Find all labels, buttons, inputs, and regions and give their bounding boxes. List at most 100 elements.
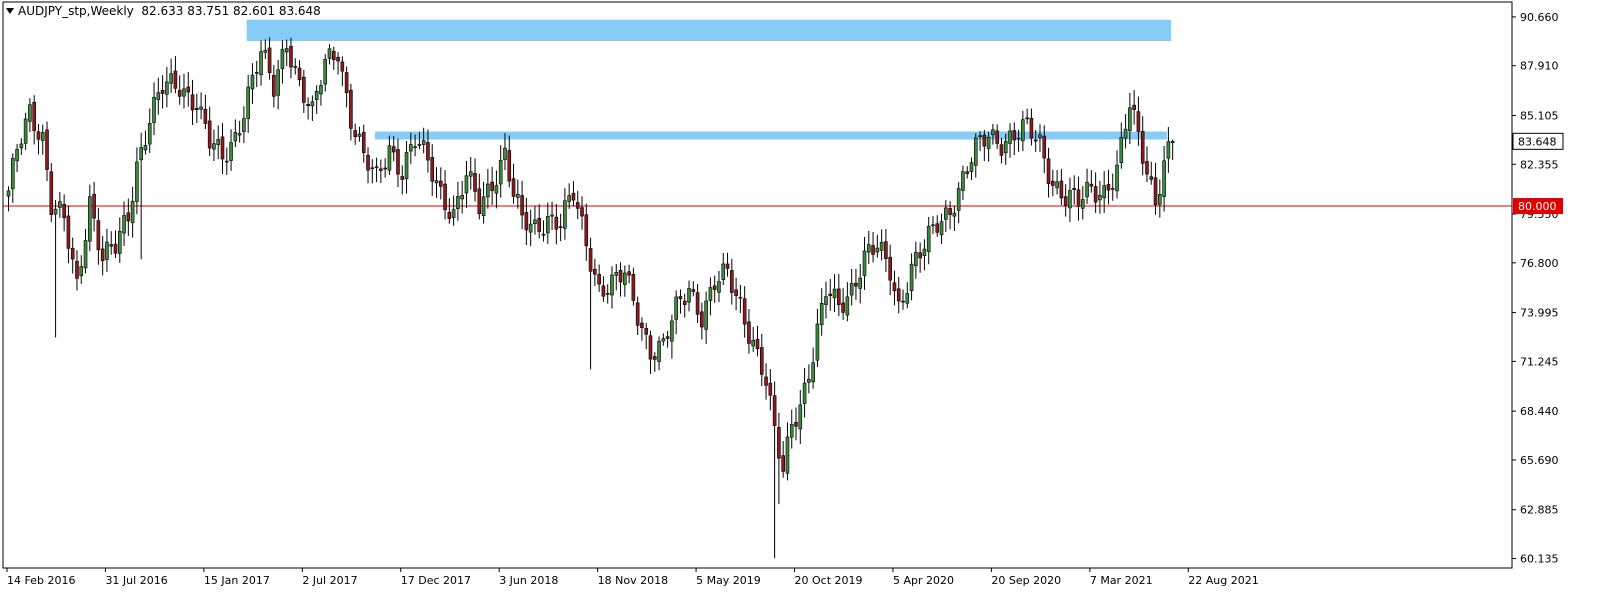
candle [858,263,863,304]
candle-bull [1166,141,1171,159]
candle [678,289,683,314]
y-tick-label: 73.995 [1520,307,1559,320]
candle [10,153,15,203]
chart-window[interactable]: AUDJPY_stp,Weekly 82.633 83.751 82.601 8… [0,0,1604,606]
candle [1076,176,1081,221]
candle [370,159,375,184]
resistance-zone [246,19,1172,42]
candle [477,173,482,220]
candle-bear [272,74,276,97]
candle [584,203,589,261]
candle-bear [1132,104,1136,110]
candle-bull [563,200,567,229]
candle-bear [537,217,542,232]
candle [66,205,71,264]
x-tick-label: 17 Dec 2017 [401,574,471,587]
candle [1093,172,1098,213]
candle [742,286,747,338]
candle [212,129,216,162]
candle [802,368,807,418]
candle [832,274,837,313]
candle-bear [203,108,208,124]
candle-bull [516,194,520,198]
candle [28,98,32,133]
candle [965,166,970,179]
candle-bull [105,241,109,260]
candle [1098,180,1102,214]
candle [267,37,272,80]
candle [1051,169,1055,197]
candle-bear [652,356,657,360]
candle [1110,173,1115,201]
candle-bear [349,89,353,129]
candle [614,264,619,291]
candle-bear [1153,177,1158,206]
candle-bull [550,214,554,217]
candle-bear [490,181,494,191]
candle [730,258,734,305]
price-chart[interactable]: 90.66087.91085.10582.35579.55076.80073.9… [0,0,1604,606]
candle [143,130,148,155]
candle-bull [498,159,503,185]
candle-bull [1003,140,1008,154]
candle-bull [481,196,486,217]
candle-bull [212,143,216,150]
candle-bear [100,248,105,262]
candle [849,268,854,306]
candle-bull [798,404,803,430]
candle [169,58,173,93]
candle-bear [430,157,435,182]
candle-bear [571,192,576,201]
candle [588,237,593,370]
candle-bull [1119,137,1124,164]
candle [845,282,850,322]
candle [293,58,298,75]
candle-bear [854,282,858,287]
x-tick-label: 3 Jun 2018 [499,574,558,587]
candle [1080,185,1085,220]
candle-bull [875,247,880,253]
candle-bull [785,436,790,474]
candle [541,220,546,242]
candle [738,284,743,314]
candle-bull [434,180,439,184]
candle [635,296,640,336]
candle-bull [79,266,84,277]
candle [250,63,255,105]
candle-bull [661,338,666,342]
candle-bear [648,335,653,360]
candle [443,170,447,220]
candle-bull [832,288,837,299]
candle [854,268,858,300]
candle-bull [293,66,298,68]
candle [755,325,760,357]
x-tick-label: 18 Nov 2018 [598,574,668,587]
candle-bull [610,274,614,296]
current-price-label: 83.648 [1518,135,1557,148]
candle-bear [361,131,366,154]
candle [1140,116,1145,176]
candle [901,289,905,310]
candle [336,52,340,75]
candle [700,302,704,340]
candle [19,138,24,155]
candle [935,215,940,237]
candle [464,160,469,209]
candle-bull [314,91,319,100]
candle-bull [233,132,238,142]
candle-bear [700,311,704,328]
y-axis: 90.66087.91085.10582.35579.55076.80073.9… [1512,11,1559,566]
candle-bull [879,242,884,251]
candle [695,283,700,324]
candle [49,163,54,223]
candle [781,441,785,478]
candle-bear [1042,135,1047,159]
x-tick-label: 31 Jul 2016 [105,574,167,587]
candle [438,167,443,200]
candle [186,72,191,107]
candle [1025,108,1029,125]
candle [323,54,328,92]
candle [199,92,203,120]
candle [1072,175,1077,205]
candle-bear [794,421,798,427]
